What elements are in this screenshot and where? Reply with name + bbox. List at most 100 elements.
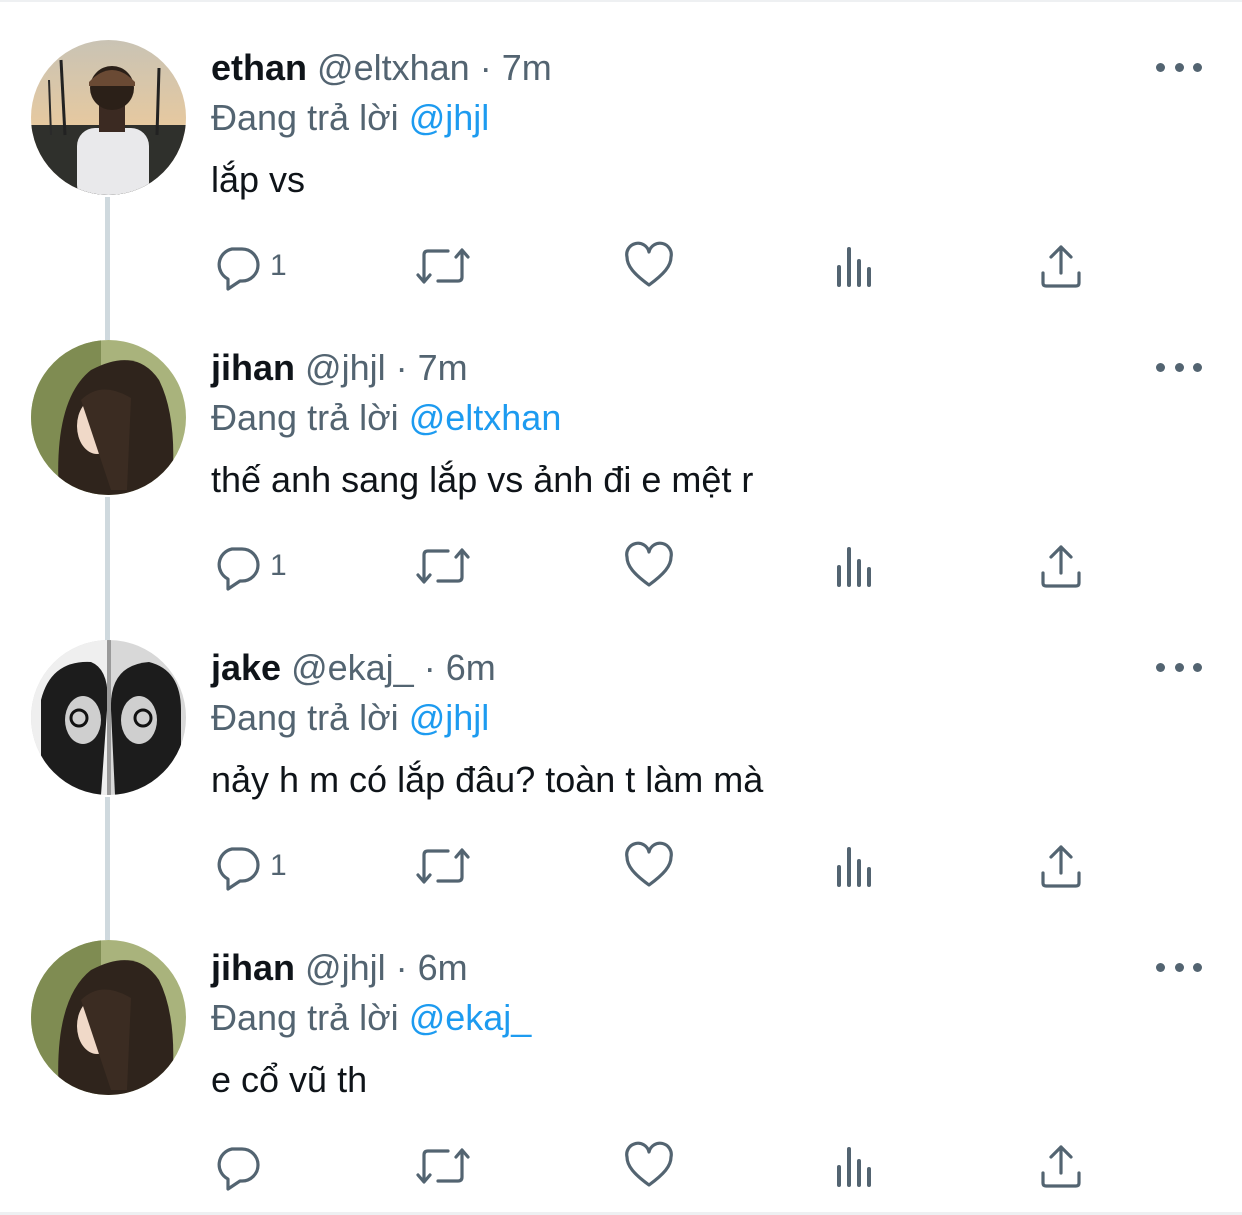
like-icon bbox=[625, 1141, 673, 1187]
retweet-button[interactable] bbox=[414, 1138, 472, 1194]
avatar[interactable] bbox=[31, 40, 186, 195]
replying-to: Đang trả lời @jhjl bbox=[211, 696, 489, 740]
reply-icon bbox=[217, 247, 260, 291]
retweet-icon bbox=[416, 1148, 470, 1184]
user-handle[interactable]: @jhjl bbox=[305, 947, 386, 988]
display-name[interactable]: jihan bbox=[211, 947, 295, 988]
reply-count: 1 bbox=[270, 549, 287, 582]
retweet-button[interactable] bbox=[414, 838, 472, 894]
like-button[interactable] bbox=[624, 838, 674, 894]
views-button[interactable] bbox=[830, 538, 880, 594]
mention-link[interactable]: @ekaj_ bbox=[409, 997, 532, 1038]
views-button[interactable] bbox=[830, 838, 880, 894]
share-button[interactable] bbox=[1036, 538, 1086, 594]
tweet-text: nảy h m có lắp đâu? toàn t làm mà bbox=[211, 759, 764, 800]
mention-link[interactable]: @jhjl bbox=[409, 97, 490, 138]
mention-link[interactable]: @eltxhan bbox=[409, 397, 562, 438]
reply-button[interactable]: 1 bbox=[212, 238, 287, 294]
replying-to: Đang trả lời @eltxhan bbox=[211, 396, 561, 440]
replying-to-label: Đang trả lời bbox=[211, 997, 399, 1038]
views-icon bbox=[837, 1147, 871, 1187]
replying-to-label: Đang trả lời bbox=[211, 97, 399, 138]
retweet-icon bbox=[416, 548, 470, 584]
reply-count: 1 bbox=[270, 849, 287, 882]
user-handle[interactable]: @jhjl bbox=[305, 347, 386, 388]
avatar[interactable] bbox=[31, 640, 186, 795]
tweet-header: jake @ekaj_ · 6m bbox=[211, 646, 496, 690]
retweet-icon bbox=[416, 248, 470, 284]
display-name[interactable]: jihan bbox=[211, 347, 295, 388]
separator-dot: · bbox=[395, 347, 408, 388]
tweet-actions: 1 bbox=[0, 838, 1242, 894]
share-button[interactable] bbox=[1036, 1138, 1086, 1194]
tweet-text: e cổ vũ th bbox=[211, 1059, 368, 1100]
like-button[interactable] bbox=[624, 538, 674, 594]
user-handle[interactable]: @ekaj_ bbox=[291, 647, 414, 688]
more-icon[interactable] bbox=[1156, 52, 1202, 82]
avatar[interactable] bbox=[31, 340, 186, 495]
views-icon bbox=[837, 547, 871, 587]
tweet[interactable]: jake @ekaj_ · 6m Đang trả lời @jhjl nảy … bbox=[0, 600, 1242, 900]
reply-button[interactable] bbox=[212, 1138, 270, 1194]
avatar[interactable] bbox=[31, 940, 186, 1095]
share-icon bbox=[1041, 845, 1081, 888]
like-icon bbox=[625, 841, 673, 887]
retweet-button[interactable] bbox=[414, 538, 472, 594]
like-button[interactable] bbox=[624, 238, 674, 294]
views-button[interactable] bbox=[830, 1138, 880, 1194]
separator-dot: · bbox=[423, 647, 436, 688]
display-name[interactable]: jake bbox=[211, 647, 281, 688]
like-button[interactable] bbox=[624, 1138, 674, 1194]
reply-thread: ethan @eltxhan · 7m Đang trả lời @jhjl l… bbox=[0, 0, 1242, 1215]
mention-link[interactable]: @jhjl bbox=[409, 697, 490, 738]
separator-dot: · bbox=[395, 947, 408, 988]
more-icon[interactable] bbox=[1156, 352, 1202, 382]
reply-count: 1 bbox=[270, 249, 287, 282]
bw-portrait-avatar bbox=[31, 640, 186, 795]
views-icon bbox=[837, 847, 871, 887]
user-handle[interactable]: @eltxhan bbox=[317, 47, 470, 88]
views-icon bbox=[837, 247, 871, 287]
tweet-header: jihan @jhjl · 6m bbox=[211, 946, 468, 990]
tweet-actions: 1 bbox=[0, 538, 1242, 594]
retweet-icon bbox=[416, 848, 470, 884]
reply-button[interactable]: 1 bbox=[212, 838, 287, 894]
woman-photo-avatar bbox=[31, 940, 186, 1095]
timestamp[interactable]: 7m bbox=[418, 347, 468, 388]
like-icon bbox=[625, 241, 673, 287]
like-icon bbox=[625, 541, 673, 587]
views-button[interactable] bbox=[830, 238, 880, 294]
tweet-header: jihan @jhjl · 7m bbox=[211, 346, 468, 390]
share-icon bbox=[1041, 245, 1081, 288]
replying-to: Đang trả lời @jhjl bbox=[211, 96, 489, 140]
timestamp[interactable]: 6m bbox=[446, 647, 496, 688]
reply-button[interactable]: 1 bbox=[212, 538, 287, 594]
woman-photo-avatar bbox=[31, 340, 186, 495]
share-button[interactable] bbox=[1036, 238, 1086, 294]
more-icon[interactable] bbox=[1156, 952, 1202, 982]
retweet-button[interactable] bbox=[414, 238, 472, 294]
reply-icon bbox=[217, 547, 260, 591]
timestamp[interactable]: 6m bbox=[418, 947, 468, 988]
share-button[interactable] bbox=[1036, 838, 1086, 894]
tweet[interactable]: ethan @eltxhan · 7m Đang trả lời @jhjl l… bbox=[0, 0, 1242, 300]
man-photo-avatar bbox=[31, 40, 186, 195]
replying-to-label: Đang trả lời bbox=[211, 397, 399, 438]
tweet[interactable]: jihan @jhjl · 7m Đang trả lời @eltxhan t… bbox=[0, 300, 1242, 600]
tweet-text: thế anh sang lắp vs ảnh đi e mệt r bbox=[211, 459, 754, 500]
tweet-actions bbox=[0, 1138, 1242, 1194]
tweet-actions: 1 bbox=[0, 238, 1242, 294]
reply-icon bbox=[217, 847, 260, 891]
share-icon bbox=[1041, 545, 1081, 588]
display-name[interactable]: ethan bbox=[211, 47, 307, 88]
replying-to-label: Đang trả lời bbox=[211, 697, 399, 738]
share-icon bbox=[1041, 1145, 1081, 1188]
tweet-header: ethan @eltxhan · 7m bbox=[211, 46, 552, 90]
more-icon[interactable] bbox=[1156, 652, 1202, 682]
replying-to: Đang trả lời @ekaj_ bbox=[211, 996, 531, 1040]
reply-icon bbox=[217, 1147, 260, 1191]
tweet[interactable]: jihan @jhjl · 6m Đang trả lời @ekaj_ e c… bbox=[0, 900, 1242, 1200]
timestamp[interactable]: 7m bbox=[502, 47, 552, 88]
separator-dot: · bbox=[479, 47, 492, 88]
tweet-text: lắp vs bbox=[211, 159, 306, 200]
